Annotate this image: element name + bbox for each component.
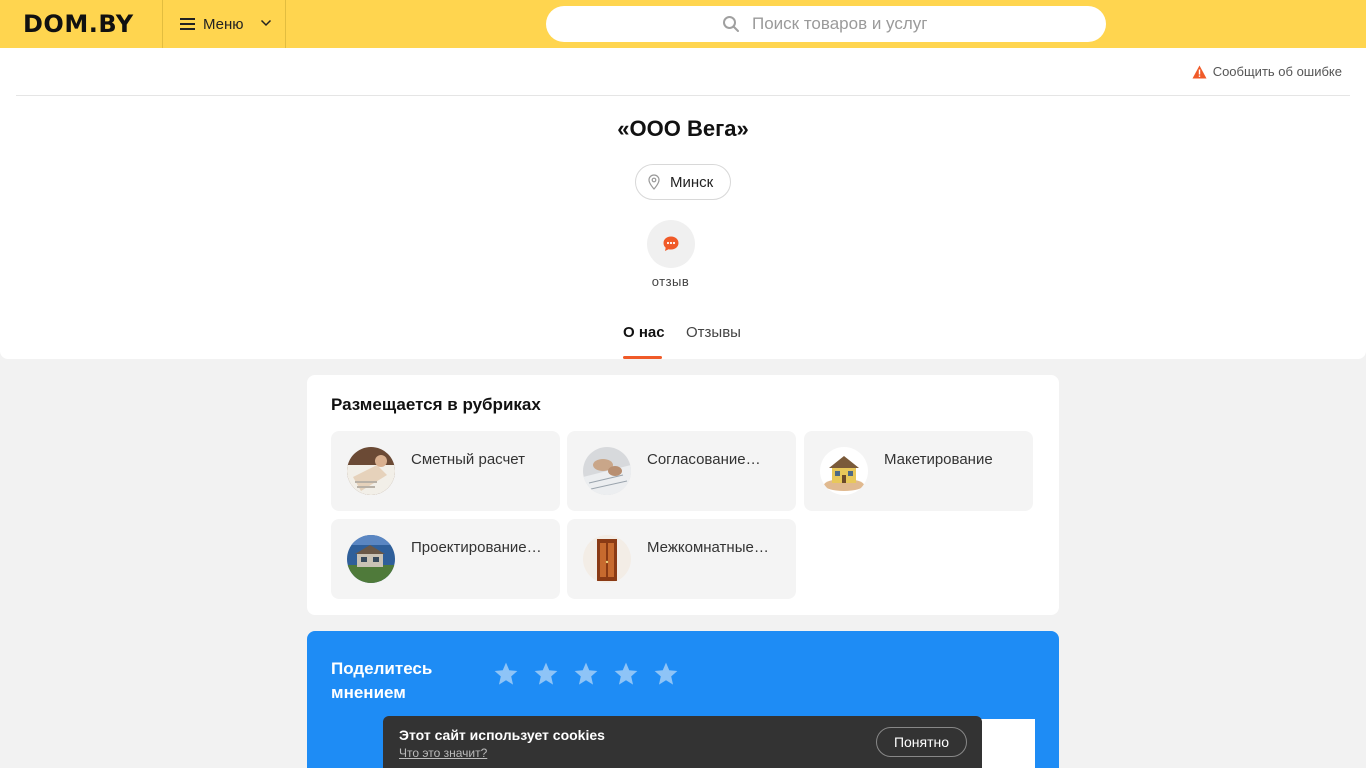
cookie-info-link[interactable]: Что это значит? xyxy=(399,746,487,760)
categories-title: Размещается в рубриках xyxy=(331,395,541,414)
category-item-design[interactable]: Проектирование… xyxy=(331,519,560,599)
warning-icon xyxy=(1192,65,1207,78)
star-icon[interactable] xyxy=(653,661,679,687)
category-item-estimate[interactable]: Сметный расчет xyxy=(331,431,560,511)
report-error-label: Сообщить об ошибке xyxy=(1212,64,1342,79)
search-icon xyxy=(723,16,739,32)
estimate-thumb xyxy=(347,447,395,495)
company-name: «ООО Вега» xyxy=(617,116,749,141)
categories-card: Размещается в рубриках Сметный расчет Со… xyxy=(307,375,1059,615)
cookie-message: Этот сайт использует cookies xyxy=(399,727,605,743)
star-icon[interactable] xyxy=(533,661,559,687)
category-label: Сметный расчет xyxy=(411,451,526,468)
tab-reviews[interactable]: Отзывы xyxy=(686,324,741,341)
star-icon[interactable] xyxy=(493,661,519,687)
company-header-card: Сообщить об ошибке «ООО Вега» Минск отзы… xyxy=(0,48,1366,359)
city-label: Минск xyxy=(670,173,714,191)
report-error-link[interactable]: Сообщить об ошибке xyxy=(1192,64,1342,79)
category-item-approval[interactable]: Согласование… xyxy=(567,431,796,511)
menu-label: Меню xyxy=(203,15,244,33)
category-label: Согласование… xyxy=(647,451,761,468)
search-bar xyxy=(546,6,1106,42)
house-model-thumb xyxy=(820,447,868,495)
interior-door-thumb xyxy=(583,535,631,583)
review-text-field[interactable] xyxy=(979,719,1035,768)
hamburger-icon xyxy=(180,18,195,30)
category-label: Межкомнатные… xyxy=(647,539,769,556)
site-logo[interactable]: DOM.BY xyxy=(23,10,134,38)
location-pin-icon xyxy=(648,174,660,190)
category-label: Макетирование xyxy=(884,451,993,468)
top-header: DOM.BY Меню xyxy=(0,0,1366,48)
approval-thumb xyxy=(583,447,631,495)
write-review-label: отзыв xyxy=(651,274,690,289)
star-icon[interactable] xyxy=(613,661,639,687)
tab-about[interactable]: О нас xyxy=(623,324,665,341)
active-tab-indicator xyxy=(623,356,662,359)
cookie-banner: Этот сайт использует cookies Что это зна… xyxy=(383,716,982,768)
star-icon[interactable] xyxy=(573,661,599,687)
write-review-button[interactable] xyxy=(647,220,695,268)
cookie-accept-button[interactable]: Понятно xyxy=(876,727,967,757)
menu-button[interactable]: Меню xyxy=(162,0,286,48)
rating-stars xyxy=(493,661,693,687)
category-item-doors[interactable]: Межкомнатные… xyxy=(567,519,796,599)
search-input[interactable] xyxy=(752,6,1072,42)
house-design-thumb xyxy=(347,535,395,583)
category-item-model[interactable]: Макетирование xyxy=(804,431,1033,511)
city-badge[interactable]: Минск xyxy=(635,164,731,200)
chat-bubble-icon xyxy=(663,236,679,251)
share-opinion-title: Поделитесь мнением xyxy=(331,659,433,702)
divider xyxy=(16,95,1350,96)
category-label: Проектирование… xyxy=(411,539,542,556)
chevron-down-icon xyxy=(260,19,272,27)
